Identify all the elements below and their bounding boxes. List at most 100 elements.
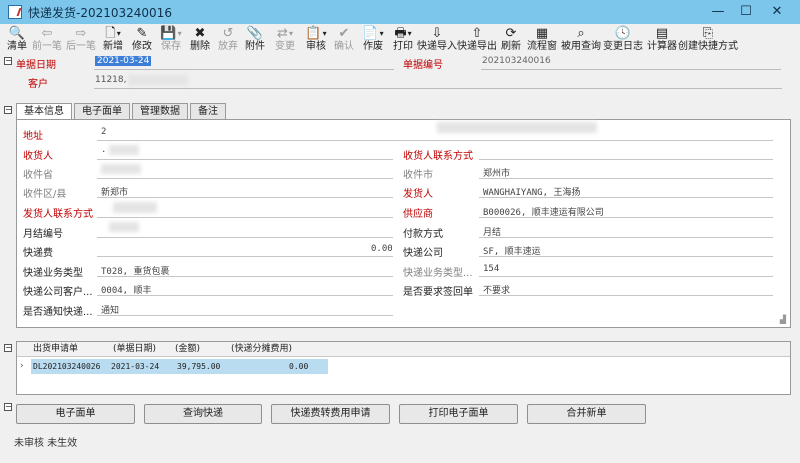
workflow-icon: ▦ bbox=[535, 26, 549, 41]
tab-management-data[interactable]: 管理数据 bbox=[132, 103, 188, 119]
col-header-request[interactable]: 出货申请单 bbox=[33, 342, 78, 357]
toolbar-audit-button[interactable]: 📋审核 bbox=[302, 24, 330, 56]
toolbar-label: 附件 bbox=[245, 41, 265, 52]
calculator-icon: ▤ bbox=[655, 26, 669, 41]
address-label: 地址 bbox=[23, 131, 43, 142]
basic-info-panel: 地址 2 收货人 . 收货人联系方式 收件省 收件市 郑州市 收件区/县 新郑市… bbox=[16, 119, 791, 328]
customer-field[interactable]: 11218, bbox=[95, 75, 127, 85]
toolbar-arrow-right-button[interactable]: ⇨ 后一笔 bbox=[64, 24, 98, 56]
toolbar-calculator-button[interactable]: ▤ 计算器 bbox=[644, 24, 680, 56]
toolbar-void-button[interactable]: 📄作废 bbox=[358, 24, 388, 56]
redacted-sender-contact bbox=[113, 202, 157, 213]
arrow-left-icon: ⇦ bbox=[41, 26, 53, 41]
address-field[interactable]: 2 bbox=[101, 127, 106, 137]
export-icon: ⇧ bbox=[471, 26, 483, 41]
toolbar-workflow-button[interactable]: ▦ 流程窗 bbox=[524, 24, 560, 56]
toolbar-label: 新增 bbox=[103, 41, 123, 52]
toolbar-discard-button[interactable]: ↺ 放弃 bbox=[214, 24, 242, 56]
toolbar-confirm-button[interactable]: ✔ 确认 bbox=[330, 24, 358, 56]
reference-query-icon: ⌕ bbox=[577, 26, 585, 41]
toolbar-label: 刷新 bbox=[501, 41, 521, 52]
doc-no-field: 202103240016 bbox=[482, 56, 551, 66]
sender-label: 发货人 bbox=[403, 189, 433, 200]
maximize-icon[interactable]: ☐ bbox=[732, 0, 760, 22]
tab-basic-info[interactable]: 基本信息 bbox=[16, 103, 72, 120]
fee-to-expense-button[interactable]: 快递费转费用申请 bbox=[271, 404, 390, 424]
col-header-amount[interactable]: (金额) bbox=[175, 342, 200, 357]
e-waybill-button[interactable]: 电子面单 bbox=[16, 404, 135, 424]
toolbar-change-button[interactable]: ⇄变更 bbox=[268, 24, 302, 56]
tab-remarks[interactable]: 备注 bbox=[190, 103, 226, 119]
toolbar-arrow-left-button[interactable]: ⇦ 前一笔 bbox=[30, 24, 64, 56]
shortcut-icon: ⎘ bbox=[702, 26, 714, 41]
supplier-label: 供应商 bbox=[403, 209, 433, 220]
toolbar-refresh-button[interactable]: ⟳ 刷新 bbox=[498, 24, 524, 56]
resize-grip-icon[interactable]: ▟ bbox=[780, 315, 786, 324]
fee-field[interactable]: 0.00 bbox=[371, 244, 393, 254]
toolbar-label: 流程窗 bbox=[527, 41, 557, 52]
cell-request[interactable]: DL202103240026 bbox=[33, 359, 100, 374]
edit-icon: ✎ bbox=[136, 26, 148, 41]
detail-collapse-icon[interactable]: − bbox=[4, 106, 12, 114]
receiver-contact-label: 收货人联系方式 bbox=[403, 151, 473, 162]
toolbar-label: 变更日志 bbox=[603, 41, 643, 52]
toolbar-label: 前一笔 bbox=[32, 41, 62, 52]
refresh-icon: ⟳ bbox=[505, 26, 517, 41]
sender-contact-label: 发货人联系方式 bbox=[23, 209, 93, 220]
cell-fee[interactable]: 0.00 bbox=[289, 359, 308, 374]
toolbar-save-button[interactable]: 💾保存 bbox=[156, 24, 186, 56]
toolbar-label: 确认 bbox=[334, 41, 354, 52]
redacted-receiver bbox=[109, 145, 139, 155]
toolbar-print-button[interactable]: 🖶打印 bbox=[388, 24, 418, 56]
toolbar-label: 变更 bbox=[275, 41, 295, 52]
merge-new-button[interactable]: 合并新单 bbox=[527, 404, 646, 424]
biztype-label: 快递业务类型 bbox=[23, 268, 83, 279]
payment-label: 付款方式 bbox=[403, 229, 443, 240]
toolbar-label: 修改 bbox=[132, 41, 152, 52]
customer-label: 客户 bbox=[28, 79, 48, 90]
toolbar-edit-button[interactable]: ✎ 修改 bbox=[128, 24, 156, 56]
tab-strip: 基本信息 电子面单 管理数据 备注 bbox=[16, 103, 228, 120]
change-icon: ⇄ bbox=[277, 26, 293, 41]
redacted-monthly bbox=[109, 222, 139, 232]
toolbar-label: 被用查询 bbox=[561, 41, 601, 52]
minimize-icon[interactable]: — bbox=[704, 0, 732, 22]
toolbar-shortcut-button[interactable]: ⎘ 创建快捷方式 bbox=[678, 24, 738, 56]
list-search-icon: 🔍 bbox=[8, 26, 26, 41]
close-icon[interactable]: ✕ bbox=[760, 0, 794, 22]
grid-collapse-icon[interactable]: − bbox=[4, 344, 12, 352]
tab-e-waybill[interactable]: 电子面单 bbox=[74, 103, 130, 119]
toolbar-new-document-button[interactable]: 🗋新增 bbox=[98, 24, 128, 56]
toolbar-attachment-button[interactable]: 📎 附件 bbox=[242, 24, 268, 56]
receiver-field[interactable]: . bbox=[101, 145, 106, 155]
toolbar-label: 清单 bbox=[7, 41, 27, 52]
col-header-fee[interactable]: (快递分摊费用) bbox=[231, 342, 292, 357]
print-e-waybill-button[interactable]: 打印电子面单 bbox=[399, 404, 518, 424]
buttons-collapse-icon[interactable]: − bbox=[4, 403, 12, 411]
cell-amount[interactable]: 39,795.00 bbox=[177, 359, 220, 374]
shipment-grid: 出货申请单 (单据日期) (金额) (快递分摊费用) › DL202103240… bbox=[16, 341, 791, 395]
redacted-province bbox=[101, 164, 141, 174]
date-field[interactable]: 2021-03-24 bbox=[95, 56, 152, 66]
district-label: 收件区/县 bbox=[23, 189, 67, 200]
receiver-label: 收货人 bbox=[23, 151, 53, 162]
city-label: 收件市 bbox=[403, 170, 433, 181]
toolbar-delete-button[interactable]: ✖ 删除 bbox=[186, 24, 214, 56]
toolbar-import-button[interactable]: ⇩ 快递导入 bbox=[417, 24, 457, 56]
toolbar-label: 作废 bbox=[363, 41, 383, 52]
arrow-right-icon: ⇨ bbox=[75, 26, 87, 41]
toolbar-change-log-button[interactable]: 🕓 变更日志 bbox=[602, 24, 644, 56]
header-collapse-icon[interactable]: − bbox=[4, 57, 12, 65]
col-header-date[interactable]: (单据日期) bbox=[113, 342, 156, 357]
toolbar-export-button[interactable]: ⇧ 快递导出 bbox=[456, 24, 498, 56]
toolbar-list-search-button[interactable]: 🔍 清单 bbox=[4, 24, 30, 56]
toolbar-label: 审核 bbox=[306, 41, 326, 52]
query-express-button[interactable]: 查询快递 bbox=[144, 404, 262, 424]
toolbar: 🔍清单⇦前一笔⇨后一笔🗋新增✎修改💾保存✖删除↺放弃📎附件⇄变更📋审核✔确认📄作… bbox=[0, 24, 800, 56]
date-label: 单据日期 bbox=[16, 60, 56, 71]
receipt-label: 是否要求签回单 bbox=[403, 287, 473, 298]
toolbar-reference-query-button[interactable]: ⌕ 被用查询 bbox=[560, 24, 602, 56]
toolbar-label: 快递导出 bbox=[457, 41, 497, 52]
biztype2-field[interactable]: 154 bbox=[483, 264, 499, 274]
cell-date[interactable]: 2021-03-24 bbox=[111, 359, 159, 374]
